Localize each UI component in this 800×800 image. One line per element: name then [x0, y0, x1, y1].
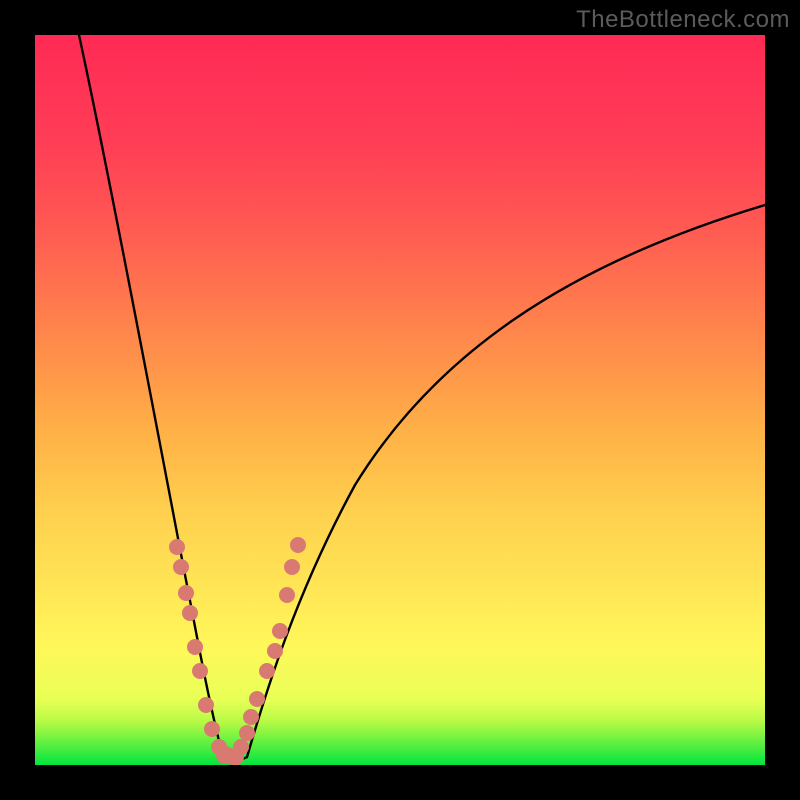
watermark-text: TheBottleneck.com: [576, 6, 790, 34]
marker-dot: [272, 623, 288, 639]
marker-dot: [178, 585, 194, 601]
marker-dot: [284, 559, 300, 575]
marker-dot: [233, 739, 249, 755]
marker-dot: [198, 697, 214, 713]
marker-dot: [192, 663, 208, 679]
marker-group: [169, 537, 306, 765]
chart-svg: [35, 35, 765, 765]
marker-dot: [173, 559, 189, 575]
marker-dot: [169, 539, 185, 555]
marker-dot: [243, 709, 259, 725]
marker-dot: [239, 725, 255, 741]
plot-area: [35, 35, 765, 765]
outer-frame: TheBottleneck.com: [0, 0, 800, 800]
marker-dot: [204, 721, 220, 737]
marker-dot: [249, 691, 265, 707]
marker-dot: [259, 663, 275, 679]
marker-dot: [267, 643, 283, 659]
curve-right-branch: [247, 205, 765, 757]
marker-dot: [290, 537, 306, 553]
marker-dot: [182, 605, 198, 621]
marker-dot: [187, 639, 203, 655]
marker-dot: [279, 587, 295, 603]
